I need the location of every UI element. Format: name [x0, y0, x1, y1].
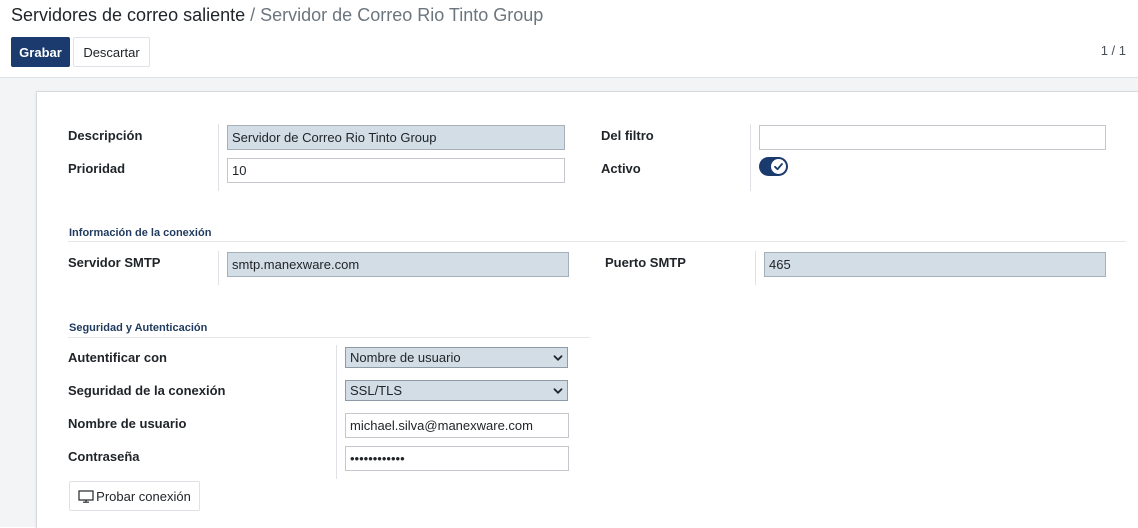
label-separator: [336, 345, 337, 479]
smtp-server-field[interactable]: [227, 252, 569, 277]
test-connection-label: Probar conexión: [96, 488, 191, 504]
auth-with-select[interactable]: Nombre de usuario: [345, 347, 568, 368]
filter-label: Del filtro: [601, 128, 654, 143]
active-label: Activo: [601, 161, 641, 176]
breadcrumb: Servidores de correo saliente / Servidor…: [11, 4, 543, 26]
test-connection-button[interactable]: Probar conexión: [69, 481, 200, 511]
smtp-server-label: Servidor SMTP: [68, 255, 161, 270]
check-icon: [774, 163, 783, 171]
chevron-down-icon: [553, 388, 563, 394]
section-divider: [68, 241, 1126, 242]
priority-label: Prioridad: [68, 161, 126, 176]
save-button[interactable]: Grabar: [11, 37, 70, 67]
security-section-title: Seguridad y Autenticación: [69, 322, 208, 334]
smtp-port-field[interactable]: [764, 252, 1106, 277]
form-sheet: [36, 91, 1138, 528]
active-toggle[interactable]: [759, 157, 788, 176]
label-separator: [750, 124, 751, 191]
connection-security-value: SSL/TLS: [350, 383, 403, 398]
section-divider: [68, 337, 590, 338]
username-label: Nombre de usuario: [68, 416, 187, 431]
discard-button[interactable]: Descartar: [73, 37, 150, 67]
breadcrumb-parent-link[interactable]: Servidores de correo saliente: [11, 5, 245, 25]
description-label: Descripción: [68, 128, 143, 143]
filter-field[interactable]: [759, 125, 1106, 150]
label-separator: [755, 251, 756, 285]
password-field[interactable]: [345, 446, 569, 471]
connection-security-select[interactable]: SSL/TLS: [345, 380, 568, 401]
label-separator: [218, 251, 219, 285]
description-field[interactable]: [227, 125, 565, 150]
label-separator: [218, 124, 219, 191]
username-field[interactable]: [345, 413, 569, 438]
auth-with-label: Autentificar con: [68, 350, 167, 365]
smtp-port-label: Puerto SMTP: [605, 255, 686, 270]
password-label: Contraseña: [68, 449, 140, 464]
connection-security-label: Seguridad de la conexión: [68, 383, 226, 398]
priority-field[interactable]: [227, 158, 565, 183]
toggle-knob: [771, 159, 786, 174]
pager-value[interactable]: 1 / 1: [1101, 43, 1126, 58]
monitor-icon: [78, 489, 94, 503]
breadcrumb-separator: /: [245, 5, 261, 25]
breadcrumb-current: Servidor de Correo Rio Tinto Group: [260, 5, 544, 25]
chevron-down-icon: [553, 355, 563, 361]
auth-with-value: Nombre de usuario: [350, 350, 461, 365]
connection-section-title: Información de la conexión: [69, 227, 212, 239]
